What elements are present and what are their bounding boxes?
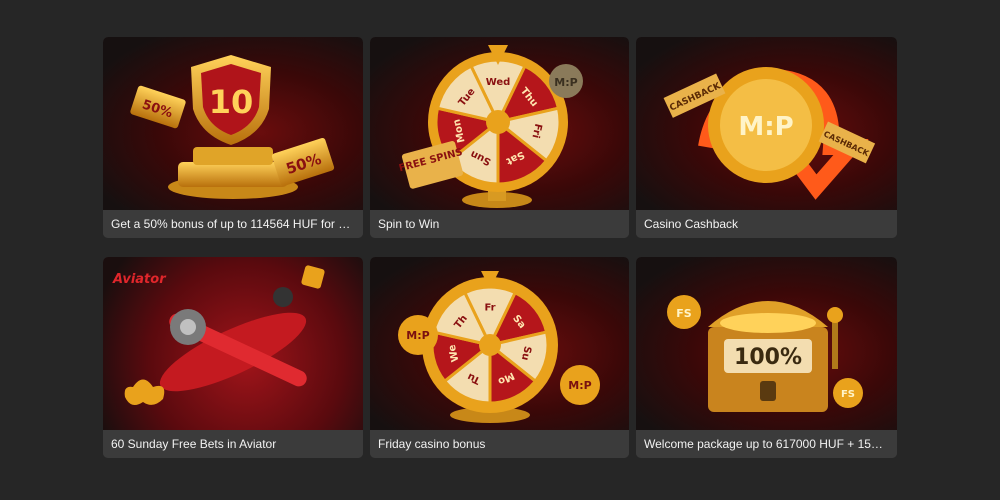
coin-text-right: M:P: [568, 379, 591, 392]
coin-text: M:P: [554, 76, 577, 89]
promo-image-shield-trophy: 10 50% 50%: [103, 37, 363, 210]
promo-image-cashback-coin: M:P CASHBACK CASHBACK: [636, 37, 897, 210]
wheel-day-label: Wed: [486, 77, 511, 88]
aviator-logo: Aviator: [112, 272, 167, 287]
promo-card-cashback[interactable]: M:P CASHBACK CASHBACK Casino Cashback: [636, 37, 897, 238]
coin-text-left: M:P: [406, 329, 429, 342]
promo-title: 60 Sunday Free Bets in Aviator: [103, 430, 363, 458]
promo-title: Spin to Win: [370, 210, 629, 238]
promotions-grid: 10 50% 50% Get a 50% bonus of up to 1145…: [103, 37, 897, 458]
promo-card-aviator[interactable]: Aviator 60 Sunday Free Bets in Aviator: [103, 257, 363, 458]
slot-value: 100%: [734, 345, 802, 370]
promo-card-friday-bonus[interactable]: Fr Sa Su Mo Tu We Th M:P M:P Friday casino bon…: [370, 257, 629, 458]
promo-image-friday-wheel: Fr Sa Su Mo Tu We Th M:P M:P: [370, 257, 629, 430]
promo-card-spin-to-win[interactable]: Wed Thu Fri Sat Sun Mon Tue M:P FREE SPINS Spi…: [370, 37, 629, 238]
promo-title: Get a 50% bonus of up to 114564 HUF for …: [103, 210, 363, 238]
coin-text: M:P: [738, 112, 793, 142]
promo-card-deposit-bonus[interactable]: 10 50% 50% Get a 50% bonus of up to 1145…: [103, 37, 363, 238]
fs-coin-text-left: FS: [676, 307, 692, 320]
promo-title: Friday casino bonus: [370, 430, 629, 458]
promo-image-fortune-wheel: Wed Thu Fri Sat Sun Mon Tue M:P FREE SPINS: [370, 37, 629, 210]
promo-card-welcome-package[interactable]: 100% FS FS Welcome package up to 617000 …: [636, 257, 897, 458]
promo-title: Welcome package up to 617000 HUF + 150 F…: [636, 430, 897, 458]
fs-coin-text-right: FS: [841, 389, 855, 400]
promo-title: Casino Cashback: [636, 210, 897, 238]
promo-image-treasure-chest: 100% FS FS: [636, 257, 897, 430]
wheel-day-label: Fr: [484, 303, 495, 314]
shield-number: 10: [209, 83, 254, 121]
promo-image-aviator-plane: Aviator: [103, 257, 363, 430]
